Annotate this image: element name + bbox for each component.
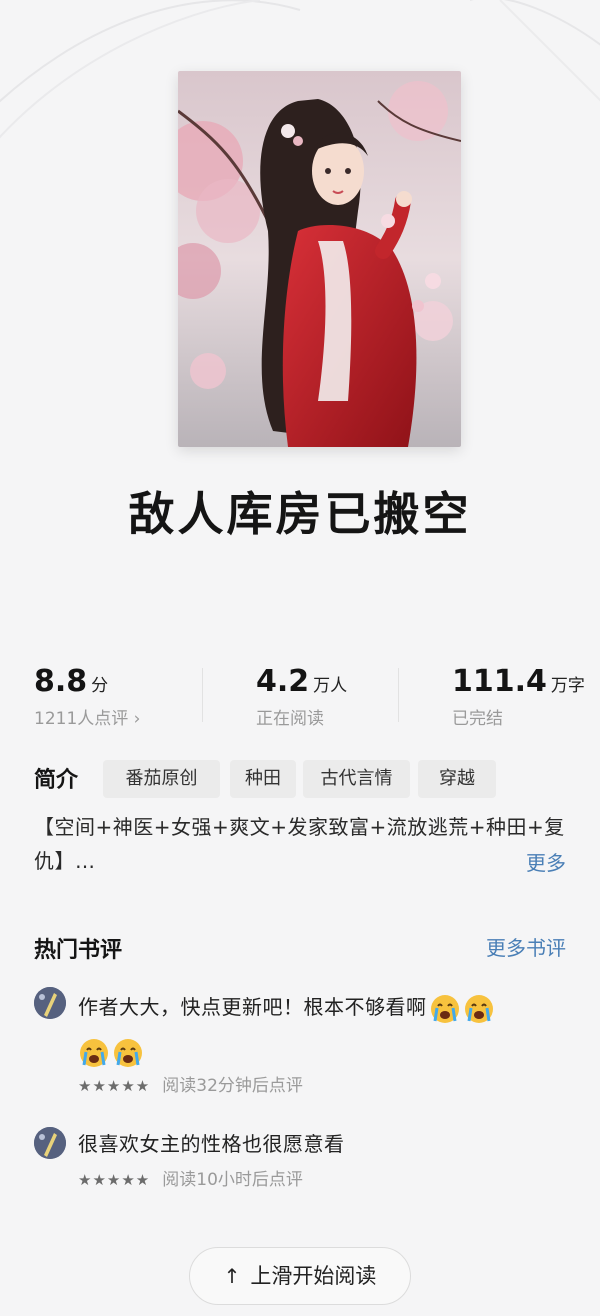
- stats-divider: [398, 668, 399, 722]
- book-detail-page: 敌人库房已搬空 8.8 分 1211人点评 › 4.2 万人 正在阅读 111.4 万…: [0, 0, 600, 1316]
- book-cover-illustration: [178, 71, 461, 447]
- more-reviews-link[interactable]: 更多书评: [486, 932, 566, 961]
- crying-face-icon: [430, 994, 459, 1023]
- hot-reviews-title: 热门书评: [34, 938, 123, 963]
- tag-chip[interactable]: 穿越: [418, 760, 496, 798]
- review-text: 作者大大，快点更新吧！根本不够看啊: [78, 995, 427, 1019]
- review-text: 很喜欢女主的性格也很愿意看: [78, 1132, 345, 1156]
- start-reading-label: 上滑开始阅读: [250, 1264, 377, 1288]
- intro-text: 【空间+神医+女强+爽文+发家致富+流放逃荒+种田+复仇】…: [34, 815, 565, 873]
- book-cover[interactable]: [178, 71, 461, 447]
- review-item[interactable]: 作者大大，快点更新吧！根本不够看啊 ★★★★★ 阅读32分钟后点评: [34, 985, 574, 1096]
- review-item[interactable]: 很喜欢女主的性格也很愿意看 ★★★★★ 阅读10小时后点评: [34, 1125, 574, 1195]
- intro-more-link[interactable]: 更多: [526, 846, 566, 880]
- readers-label: 正在阅读: [256, 709, 324, 729]
- tag-chip[interactable]: 种田: [230, 760, 296, 798]
- intro-label: 简介: [34, 768, 79, 793]
- readers-value: 4.2: [256, 664, 310, 699]
- stats-divider: [202, 668, 203, 722]
- rating-review-count[interactable]: 1211人点评 ›: [34, 706, 140, 732]
- star-rating: ★★★★★: [78, 1171, 151, 1189]
- rating-value: 8.8: [34, 664, 88, 699]
- words-stat: 111.4 万字 已完结: [452, 662, 585, 732]
- star-rating: ★★★★★: [78, 1077, 151, 1095]
- arrow-up-icon: ↑: [223, 1264, 241, 1288]
- review-meta: ★★★★★ 阅读10小时后点评: [78, 1165, 303, 1190]
- review-meta: ★★★★★ 阅读32分钟后点评: [78, 1071, 303, 1096]
- review-read-time: 阅读10小时后点评: [162, 1170, 303, 1190]
- completion-status: 已完结: [452, 709, 503, 729]
- crying-face-icon: [114, 1038, 142, 1067]
- rating-unit: 分: [91, 676, 109, 696]
- book-stats: 8.8 分 1211人点评 › 4.2 万人 正在阅读 111.4 万字 已完结: [0, 662, 600, 732]
- crying-face-icon: [464, 994, 493, 1023]
- avatar-image: [34, 987, 66, 1019]
- readers-unit: 万人: [313, 676, 348, 696]
- start-reading-button[interactable]: ↑ 上滑开始阅读: [189, 1247, 411, 1305]
- avatar-image: [34, 1127, 66, 1159]
- avatar[interactable]: [34, 987, 66, 1019]
- readers-stat: 4.2 万人 正在阅读: [256, 662, 347, 732]
- words-value: 111.4: [452, 664, 547, 699]
- tag-chip[interactable]: 番茄原创: [103, 760, 220, 798]
- rating-stat[interactable]: 8.8 分 1211人点评 ›: [34, 662, 140, 732]
- words-unit: 万字: [550, 676, 585, 696]
- avatar[interactable]: [34, 1127, 66, 1159]
- book-title: 敌人库房已搬空: [128, 487, 472, 541]
- tag-chip[interactable]: 古代言情: [303, 760, 410, 798]
- review-read-time: 阅读32分钟后点评: [162, 1076, 303, 1096]
- crying-face-icon: [80, 1038, 108, 1067]
